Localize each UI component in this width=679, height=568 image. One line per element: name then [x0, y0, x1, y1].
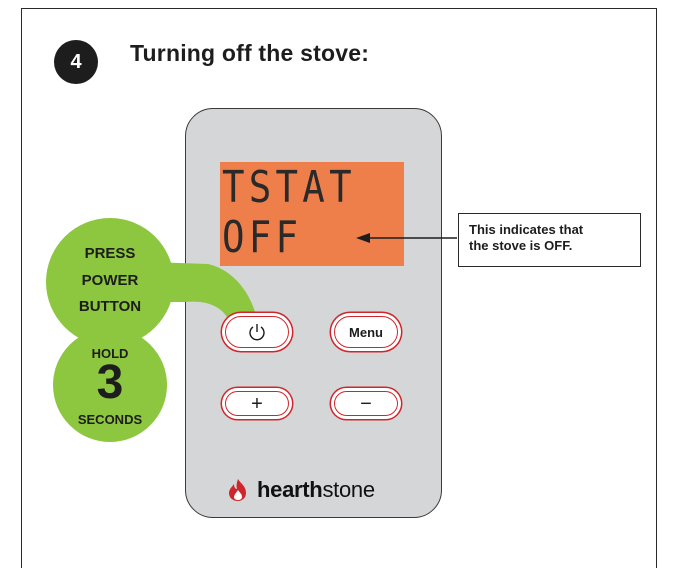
minus-button[interactable]: −: [334, 391, 398, 416]
hold-seconds-number: 3: [96, 356, 124, 409]
flame-icon: [229, 479, 246, 501]
power-icon: [249, 324, 265, 341]
menu-button[interactable]: Menu: [334, 316, 398, 348]
button-label: BUTTON: [78, 298, 142, 315]
brand-logo: hearthstone: [225, 477, 375, 503]
plus-button[interactable]: +: [225, 391, 289, 416]
power-button[interactable]: [225, 316, 289, 348]
press-label: PRESS: [84, 245, 136, 262]
seconds-label: SECONDS: [77, 412, 143, 427]
brand-name-bold: hearth: [257, 477, 323, 502]
brand-name-regular: stone: [322, 477, 375, 502]
brand-name: hearthstone: [257, 477, 375, 503]
power-label: POWER: [81, 272, 139, 289]
